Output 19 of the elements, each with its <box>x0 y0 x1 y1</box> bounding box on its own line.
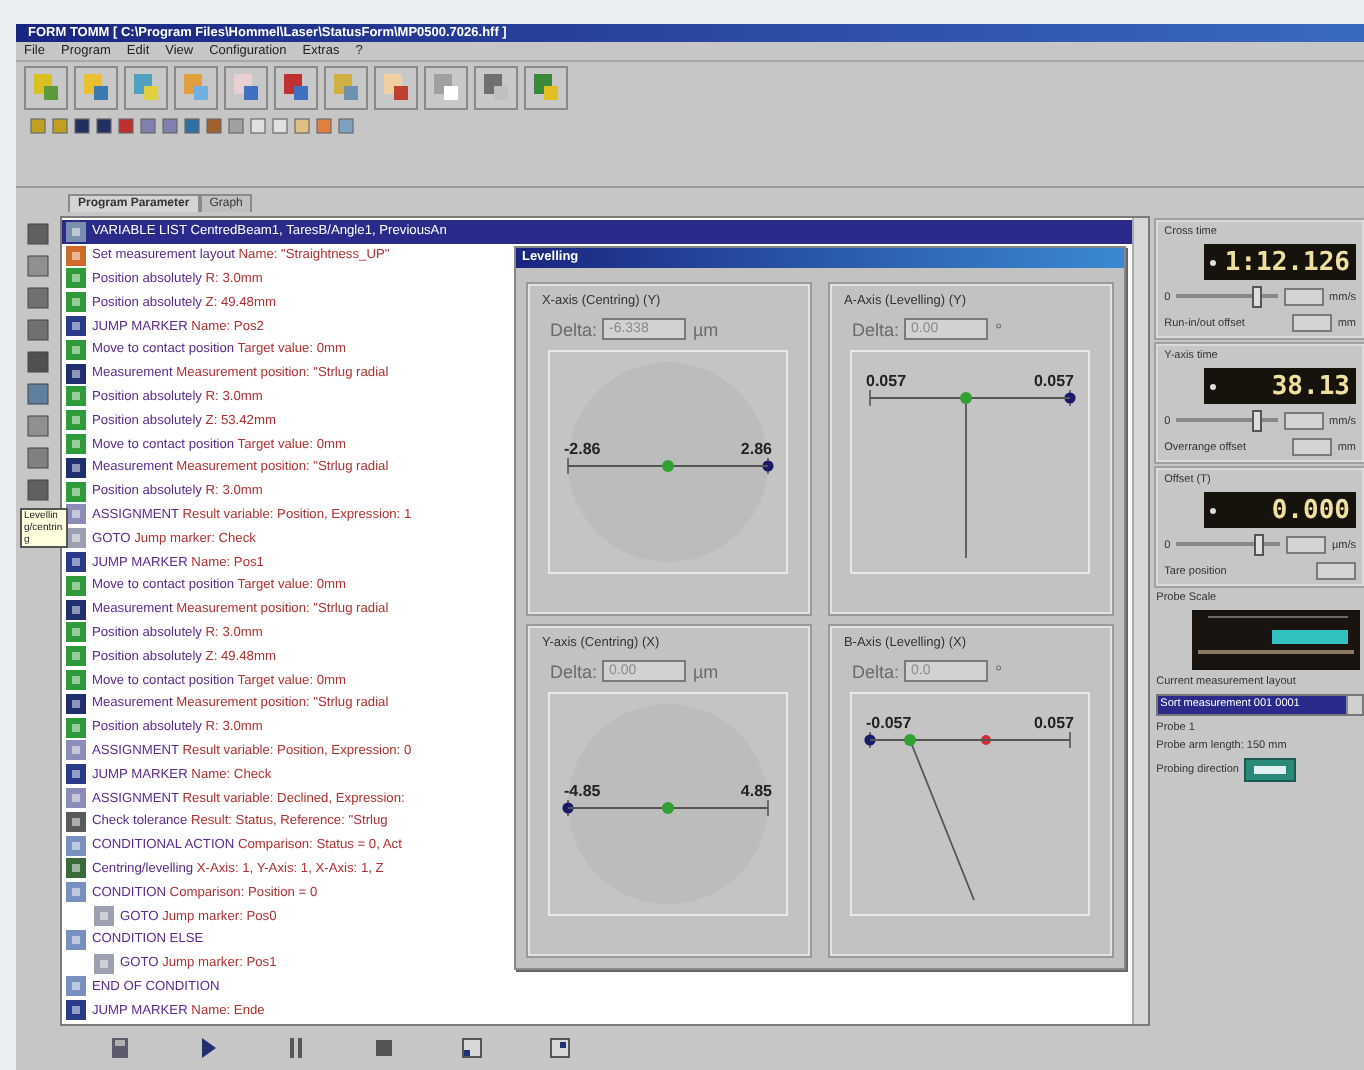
scale-label: 4.85 <box>741 782 773 800</box>
unit-label: ° <box>994 319 1003 339</box>
delta-label: Delta: <box>851 661 899 681</box>
unit-label: ° <box>994 661 1003 681</box>
scale-label: -0.057 <box>866 714 913 732</box>
scale-label: -4.85 <box>564 782 602 800</box>
lcd-reading: 38.13 <box>1271 371 1350 401</box>
lcd-reading: 0.000 <box>1271 495 1350 525</box>
scale-label: 0.057 <box>1034 714 1075 732</box>
delta-label: Delta: <box>851 319 899 339</box>
unit-label: µm <box>692 661 719 681</box>
scale-label: 0.057 <box>866 372 907 390</box>
unit-label: µm <box>692 319 719 339</box>
scale-label: 2.86 <box>741 440 773 458</box>
scale-label: -2.86 <box>564 440 602 458</box>
lcd-reading: 1:12.126 <box>1224 247 1350 277</box>
delta-label: Delta: <box>549 319 597 339</box>
scale-label: 0.057 <box>1034 372 1075 390</box>
delta-label: Delta: <box>549 661 597 681</box>
